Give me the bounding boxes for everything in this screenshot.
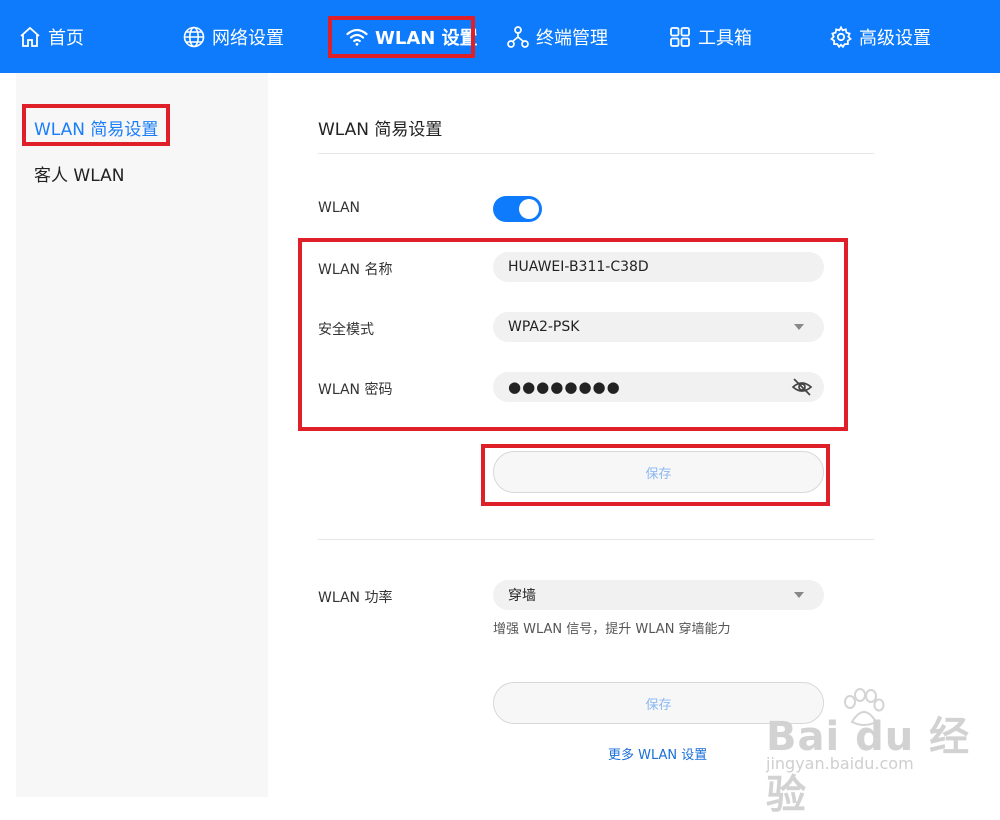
- security-mode-select[interactable]: WPA2-PSK: [493, 312, 824, 342]
- gear-icon: [829, 25, 853, 49]
- caret-down-icon: [794, 592, 804, 598]
- wlan-power-hint: 增强 WLAN 信号，提升 WLAN 穿墙能力: [493, 622, 731, 637]
- nav-item-network[interactable]: 网络设置: [182, 0, 284, 73]
- nav-item-advanced[interactable]: 高级设置: [829, 0, 931, 73]
- wlan-power-value: 穿墙: [508, 588, 536, 604]
- nav-item-toolbox[interactable]: 工具箱: [668, 0, 752, 73]
- security-mode-value: WPA2-PSK: [508, 319, 580, 335]
- divider: [318, 153, 874, 154]
- home-icon: [18, 25, 42, 49]
- ssid-label: WLAN 名称: [318, 262, 393, 278]
- baidu-watermark: Bai du 经验 jingyan.baidu.com: [760, 688, 996, 818]
- top-nav-bar: 首页 网络设置 WLAN 设置 终端管理 工具箱 高级设置: [0, 0, 1000, 73]
- sidebar-item-guest-wlan[interactable]: 客人 WLAN: [34, 161, 124, 186]
- nav-item-label: 终端管理: [536, 27, 608, 49]
- caret-down-icon: [794, 324, 804, 330]
- wlan-toggle-label: WLAN: [318, 200, 361, 216]
- security-mode-label: 安全模式: [318, 322, 374, 338]
- nav-item-label: 工具箱: [698, 27, 752, 49]
- save-button[interactable]: 保存: [493, 451, 824, 493]
- toggle-knob: [519, 199, 539, 219]
- watermark-url: jingyan.baidu.com: [766, 754, 914, 773]
- nav-item-wlan[interactable]: WLAN 设置: [345, 0, 478, 73]
- nav-item-label: WLAN 设置: [375, 27, 478, 49]
- grid-icon: [668, 25, 692, 49]
- password-input[interactable]: ●●●●●●●●: [493, 372, 824, 402]
- sidebar: WLAN 简易设置 客人 WLAN: [16, 73, 268, 797]
- ssid-value: HUAWEI-B311-C38D: [508, 259, 649, 275]
- devices-icon: [506, 25, 530, 49]
- page-title: WLAN 简易设置: [318, 120, 443, 140]
- nav-item-label: 首页: [48, 27, 84, 49]
- wlan-toggle[interactable]: [493, 196, 542, 222]
- wlan-power-label: WLAN 功率: [318, 590, 393, 606]
- wifi-icon: [345, 25, 369, 49]
- globe-icon: [182, 25, 206, 49]
- password-label: WLAN 密码: [318, 382, 393, 398]
- nav-item-label: 高级设置: [859, 27, 931, 49]
- eye-slash-icon[interactable]: [791, 377, 813, 397]
- wlan-power-select[interactable]: 穿墙: [493, 580, 824, 610]
- nav-item-label: 网络设置: [212, 27, 284, 49]
- divider: [318, 539, 874, 540]
- ssid-input[interactable]: HUAWEI-B311-C38D: [493, 252, 824, 282]
- nav-item-devices[interactable]: 终端管理: [506, 0, 608, 73]
- nav-item-home[interactable]: 首页: [18, 0, 84, 73]
- more-wlan-settings-link[interactable]: 更多 WLAN 设置: [608, 744, 707, 763]
- password-value: ●●●●●●●●: [508, 378, 621, 396]
- sidebar-item-wlan-basic[interactable]: WLAN 简易设置: [34, 115, 158, 140]
